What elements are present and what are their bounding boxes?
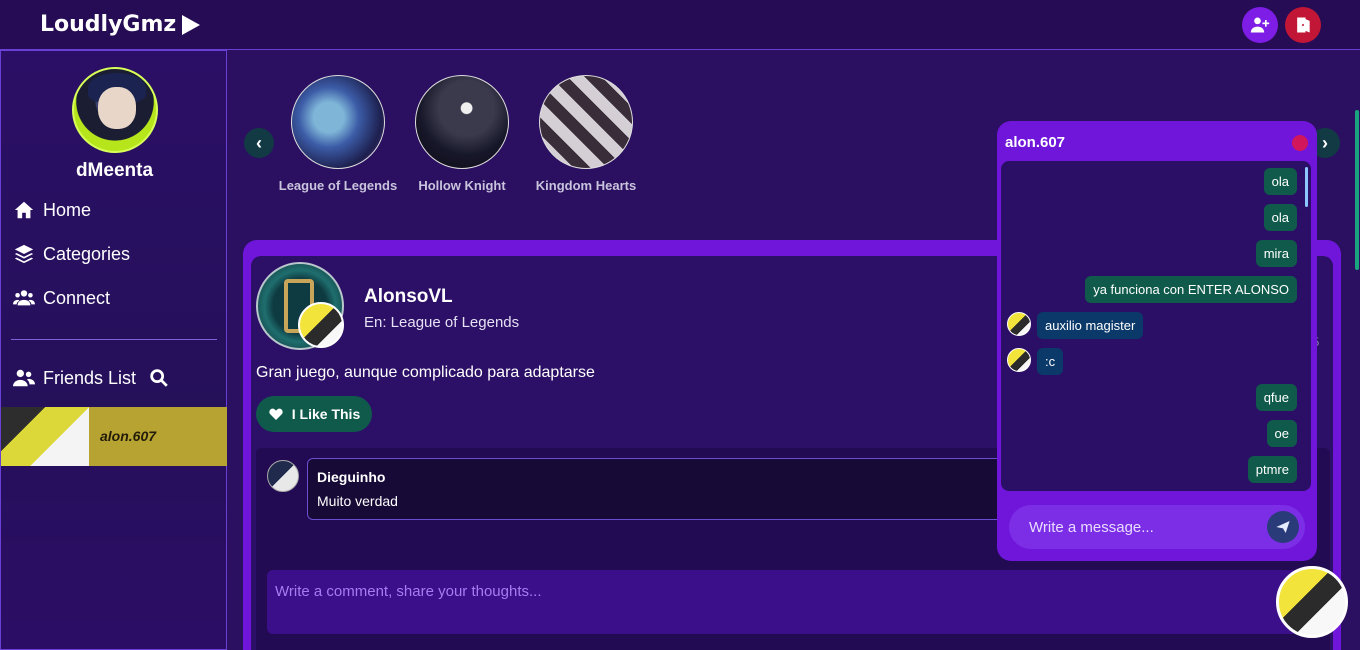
sidebar-item-label: Categories [43, 243, 131, 264]
add-friend-button[interactable] [1242, 7, 1278, 43]
chat-message-received: :c [1037, 348, 1064, 375]
profile-username: dMeenta [75, 160, 154, 181]
floating-chat-avatar[interactable] [1276, 566, 1348, 638]
top-navbar: LoudlyGmz [0, 0, 1360, 50]
story-item[interactable]: Kingdom Hearts [526, 75, 646, 195]
brand-logo[interactable]: LoudlyGmz [40, 12, 201, 37]
stories-prev-button[interactable]: ‹ [244, 128, 274, 158]
chat-input-wrapper [1009, 505, 1305, 549]
friend-item[interactable]: alon.607 [1, 407, 227, 466]
story-image [415, 75, 509, 169]
play-icon [182, 14, 201, 35]
chat-message-sent: ya funciona con ENTER ALONSO [1085, 276, 1297, 303]
comment-item: Dieguinho Muito verdad [307, 458, 1007, 520]
heart-icon [269, 408, 283, 420]
chat-scrollbar[interactable] [1305, 167, 1308, 207]
chat-send-button[interactable] [1267, 511, 1299, 543]
logout-button[interactable] [1285, 7, 1321, 43]
chat-avatar [1007, 348, 1031, 372]
story-item[interactable]: Hollow Knight [402, 75, 522, 195]
chat-window: alon.607 ola ola mira ya funciona con EN… [997, 121, 1317, 561]
chat-message-sent: ptmre [1247, 456, 1297, 483]
chat-messages[interactable]: ola ola mira ya funciona con ENTER ALONS… [1001, 161, 1311, 491]
sidebar-item-label: Home [43, 199, 92, 220]
chat-avatar [1007, 312, 1031, 336]
users-icon [13, 290, 35, 306]
friends-list-header: Friends List [13, 367, 170, 389]
story-image [539, 75, 633, 169]
profile-avatar[interactable] [72, 67, 158, 153]
comment-avatar [267, 460, 299, 492]
comment-text: Muito verdad [317, 493, 398, 509]
user-friends-icon [13, 369, 35, 387]
post-text: Gran juego, aunque complicado para adapt… [256, 364, 595, 381]
friends-list-label: Friends List [43, 367, 137, 388]
sidebar-item-label: Connect [43, 287, 111, 308]
sidebar-item-home[interactable]: Home [13, 199, 91, 221]
story-label: League of Legends [278, 178, 398, 193]
chat-close-button[interactable] [1292, 135, 1308, 151]
comment-input[interactable] [267, 570, 1327, 634]
sidebar-item-categories[interactable]: Categories [13, 243, 130, 265]
chat-title: alon.607 [1005, 134, 1066, 151]
story-item[interactable]: League of Legends [278, 75, 398, 195]
like-button[interactable]: I Like This [256, 396, 372, 432]
door-exit-icon [1297, 17, 1310, 33]
sidebar-item-connect[interactable]: Connect [13, 287, 110, 309]
chat-message-sent: mira [1255, 240, 1297, 267]
sidebar: dMeenta Home Categories Connect Friends … [0, 50, 227, 650]
story-image [291, 75, 385, 169]
chat-message-input[interactable] [1017, 505, 1257, 549]
home-icon [14, 201, 34, 219]
chat-message-sent: ola [1263, 168, 1297, 195]
user-plus-icon [1250, 17, 1270, 33]
chevron-right-icon: › [1322, 132, 1328, 153]
friend-avatar [1, 407, 89, 466]
friend-name: alon.607 [100, 428, 157, 444]
send-icon [1276, 521, 1290, 533]
chat-message-sent: oe [1266, 420, 1297, 447]
chat-message-sent: qfue [1255, 384, 1297, 411]
chat-message-received: auxilio magister [1037, 312, 1144, 339]
post-category: En: League of Legends [364, 314, 520, 331]
chevron-left-icon: ‹ [256, 132, 262, 153]
layers-icon [14, 244, 34, 264]
post-user-avatar[interactable] [298, 302, 344, 348]
story-label: Kingdom Hearts [535, 178, 637, 193]
brand-name: LoudlyGmz [40, 12, 177, 37]
sidebar-divider [11, 339, 217, 340]
like-label: I Like This [291, 406, 361, 422]
story-label: Hollow Knight [418, 178, 506, 193]
comment-user: Dieguinho [317, 469, 386, 485]
search-icon[interactable] [148, 367, 170, 389]
post-author[interactable]: AlonsoVL [364, 286, 453, 308]
chat-message-sent: ola [1263, 204, 1297, 231]
page-scrollbar[interactable] [1355, 110, 1359, 270]
